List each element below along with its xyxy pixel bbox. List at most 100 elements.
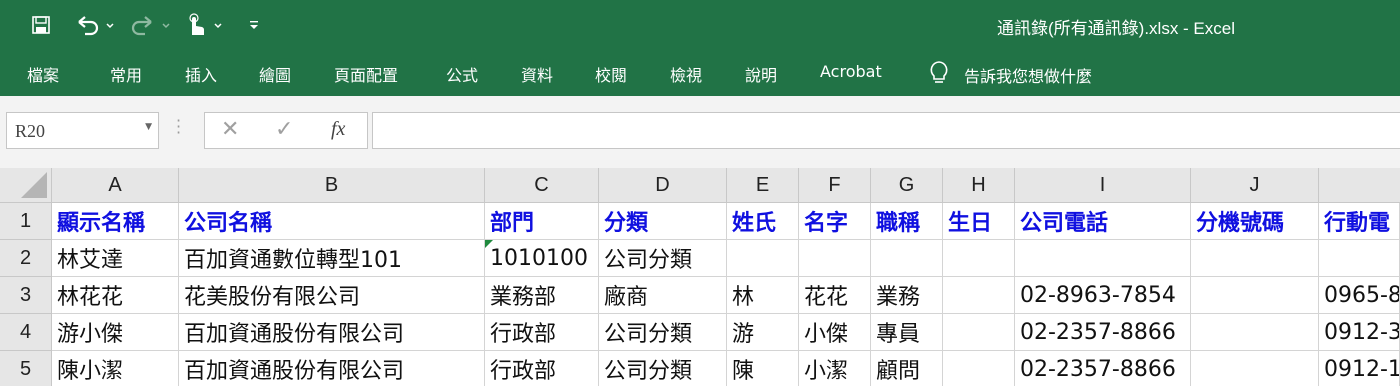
column-header-g[interactable]: G [871,168,943,203]
cell-j3[interactable] [1191,277,1319,314]
title-bar: 通訊錄(所有通訊錄).xlsx - Excel [0,0,1400,50]
cell-b1[interactable]: 公司名稱 [179,203,485,240]
tab-review[interactable]: 校閱 [595,62,627,86]
cell-f3[interactable]: 花花 [799,277,871,314]
cell-b2[interactable]: 百加資通數位轉型101 [179,240,485,277]
tab-data[interactable]: 資料 [521,62,553,86]
cancel-icon[interactable]: ✕ [221,117,239,142]
cell-h3[interactable] [943,277,1015,314]
drag-handle-icon[interactable]: · · · [176,113,181,141]
enter-icon[interactable]: ✓ [275,117,293,142]
cell-a3[interactable]: 林花花 [52,277,179,314]
cell-c2-value: 1010100 [490,245,588,271]
column-header-j[interactable]: J [1191,168,1319,203]
cell-f2[interactable] [799,240,871,277]
cell-c1[interactable]: 部門 [485,203,599,240]
cell-k1[interactable]: 行動電 [1319,203,1400,240]
cell-f5[interactable]: 小潔 [799,351,871,386]
tab-insert[interactable]: 插入 [185,62,217,86]
name-box[interactable]: R20 ▼ [6,112,159,149]
cell-g1[interactable]: 職稱 [871,203,943,240]
cell-b5[interactable]: 百加資通股份有限公司 [179,351,485,386]
row-header-4[interactable]: 4 [0,314,52,351]
column-header-e[interactable]: E [727,168,799,203]
cell-c3[interactable]: 業務部 [485,277,599,314]
cell-k5[interactable]: 0912-1 [1319,351,1400,386]
row-header-2[interactable]: 2 [0,240,52,277]
cell-a5[interactable]: 陳小潔 [52,351,179,386]
cell-e2[interactable] [727,240,799,277]
cell-f4[interactable]: 小傑 [799,314,871,351]
cell-h1[interactable]: 生日 [943,203,1015,240]
cell-j5[interactable] [1191,351,1319,386]
tab-view[interactable]: 檢視 [670,62,702,86]
formula-input[interactable] [372,112,1400,149]
row-header-1[interactable]: 1 [0,203,52,240]
cell-h2[interactable] [943,240,1015,277]
cell-d3[interactable]: 廠商 [599,277,727,314]
column-header-b[interactable]: B [179,168,485,203]
ribbon-tabs: 檔案 常用 插入 繪圖 頁面配置 公式 資料 校閱 檢視 說明 Acrobat … [0,50,1400,96]
cell-i1[interactable]: 公司電話 [1015,203,1191,240]
cell-c5[interactable]: 行政部 [485,351,599,386]
cell-c2[interactable]: 1010100 [485,240,599,277]
cell-j1[interactable]: 分機號碼 [1191,203,1319,240]
tab-acrobat[interactable]: Acrobat [820,62,882,81]
cell-f1[interactable]: 名字 [799,203,871,240]
error-indicator-icon[interactable] [485,240,493,248]
cell-g4[interactable]: 專員 [871,314,943,351]
tab-formulas[interactable]: 公式 [446,62,478,86]
column-header-d[interactable]: D [599,168,727,203]
cell-a2[interactable]: 林艾達 [52,240,179,277]
tab-layout[interactable]: 頁面配置 [334,62,398,86]
cell-k4[interactable]: 0912-3 [1319,314,1400,351]
cell-d1[interactable]: 分類 [599,203,727,240]
tab-help[interactable]: 說明 [745,62,777,86]
cell-i2[interactable] [1015,240,1191,277]
cell-b4[interactable]: 百加資通股份有限公司 [179,314,485,351]
cell-g5[interactable]: 顧問 [871,351,943,386]
cell-c4[interactable]: 行政部 [485,314,599,351]
save-icon[interactable] [26,10,56,40]
undo-icon[interactable] [72,10,118,40]
cell-e3[interactable]: 林 [727,277,799,314]
cell-d5[interactable]: 公司分類 [599,351,727,386]
tab-draw[interactable]: 繪圖 [259,62,291,86]
cell-e1[interactable]: 姓氏 [727,203,799,240]
cell-k2[interactable] [1319,240,1400,277]
cell-e4[interactable]: 游 [727,314,799,351]
insert-function-icon[interactable]: fx [331,118,345,141]
row-header-3[interactable]: 3 [0,277,52,314]
select-all-button[interactable] [0,168,52,203]
column-header-f[interactable]: F [799,168,871,203]
column-header-k[interactable] [1319,168,1400,203]
customize-qat-icon[interactable] [244,10,264,40]
tab-home[interactable]: 常用 [110,62,142,86]
cell-i4[interactable]: 02-2357-8866 [1015,314,1191,351]
cell-e5[interactable]: 陳 [727,351,799,386]
cell-h5[interactable] [943,351,1015,386]
column-header-a[interactable]: A [52,168,179,203]
cell-d4[interactable]: 公司分類 [599,314,727,351]
column-header-i[interactable]: I [1015,168,1191,203]
row-header-5[interactable]: 5 [0,351,52,386]
redo-icon[interactable] [128,10,174,40]
column-header-c[interactable]: C [485,168,599,203]
cell-g2[interactable] [871,240,943,277]
column-header-h[interactable]: H [943,168,1015,203]
cell-d2[interactable]: 公司分類 [599,240,727,277]
cell-i3[interactable]: 02-8963-7854 [1015,277,1191,314]
cell-g3[interactable]: 業務 [871,277,943,314]
tell-me-box[interactable]: 告訴我您想做什麼 [928,60,1092,90]
cell-h4[interactable] [943,314,1015,351]
cell-j4[interactable] [1191,314,1319,351]
cell-k3[interactable]: 0965-8 [1319,277,1400,314]
cell-b3[interactable]: 花美股份有限公司 [179,277,485,314]
tab-file[interactable]: 檔案 [27,62,59,86]
cell-a4[interactable]: 游小傑 [52,314,179,351]
cell-a1[interactable]: 顯示名稱 [52,203,179,240]
touch-mode-icon[interactable] [182,10,228,40]
cell-i5[interactable]: 02-2357-8866 [1015,351,1191,386]
cell-j2[interactable] [1191,240,1319,277]
chevron-down-icon[interactable]: ▼ [145,122,152,132]
